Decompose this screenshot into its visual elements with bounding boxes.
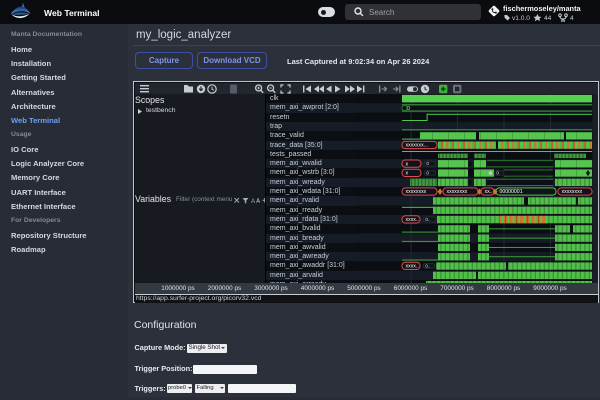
svg-text:xxxx..: xxxx.. [406, 264, 419, 270]
svg-text:x: x [406, 171, 409, 177]
svg-text:0: 0 [426, 170, 429, 175]
svg-text:v1.0.0: v1.0.0 [512, 15, 530, 22]
svg-text:xxxxxxx...: xxxxxxx... [406, 143, 428, 149]
svg-text:xxxxxxxx: xxxxxxxx [562, 189, 583, 195]
svg-text:xx..: xx.. [485, 189, 493, 195]
svg-text:0: 0 [407, 106, 410, 112]
svg-text:xxxxxxxx: xxxxxxxx [447, 189, 468, 195]
svg-text:x: x [406, 161, 409, 167]
svg-text:xxxxxxxx: xxxxxxxx [406, 189, 427, 195]
svg-text:0..: 0.. [425, 217, 430, 222]
svg-text:4: 4 [570, 15, 574, 22]
svg-text:00000001: 00000001 [500, 189, 523, 195]
svg-text:0: 0 [496, 170, 499, 175]
svg-text:A: A [251, 198, 256, 205]
svg-text:0: 0 [426, 161, 429, 166]
svg-text:xxxx..: xxxx.. [406, 217, 419, 223]
svg-text:0..: 0.. [425, 263, 430, 268]
svg-text:44: 44 [544, 15, 552, 22]
